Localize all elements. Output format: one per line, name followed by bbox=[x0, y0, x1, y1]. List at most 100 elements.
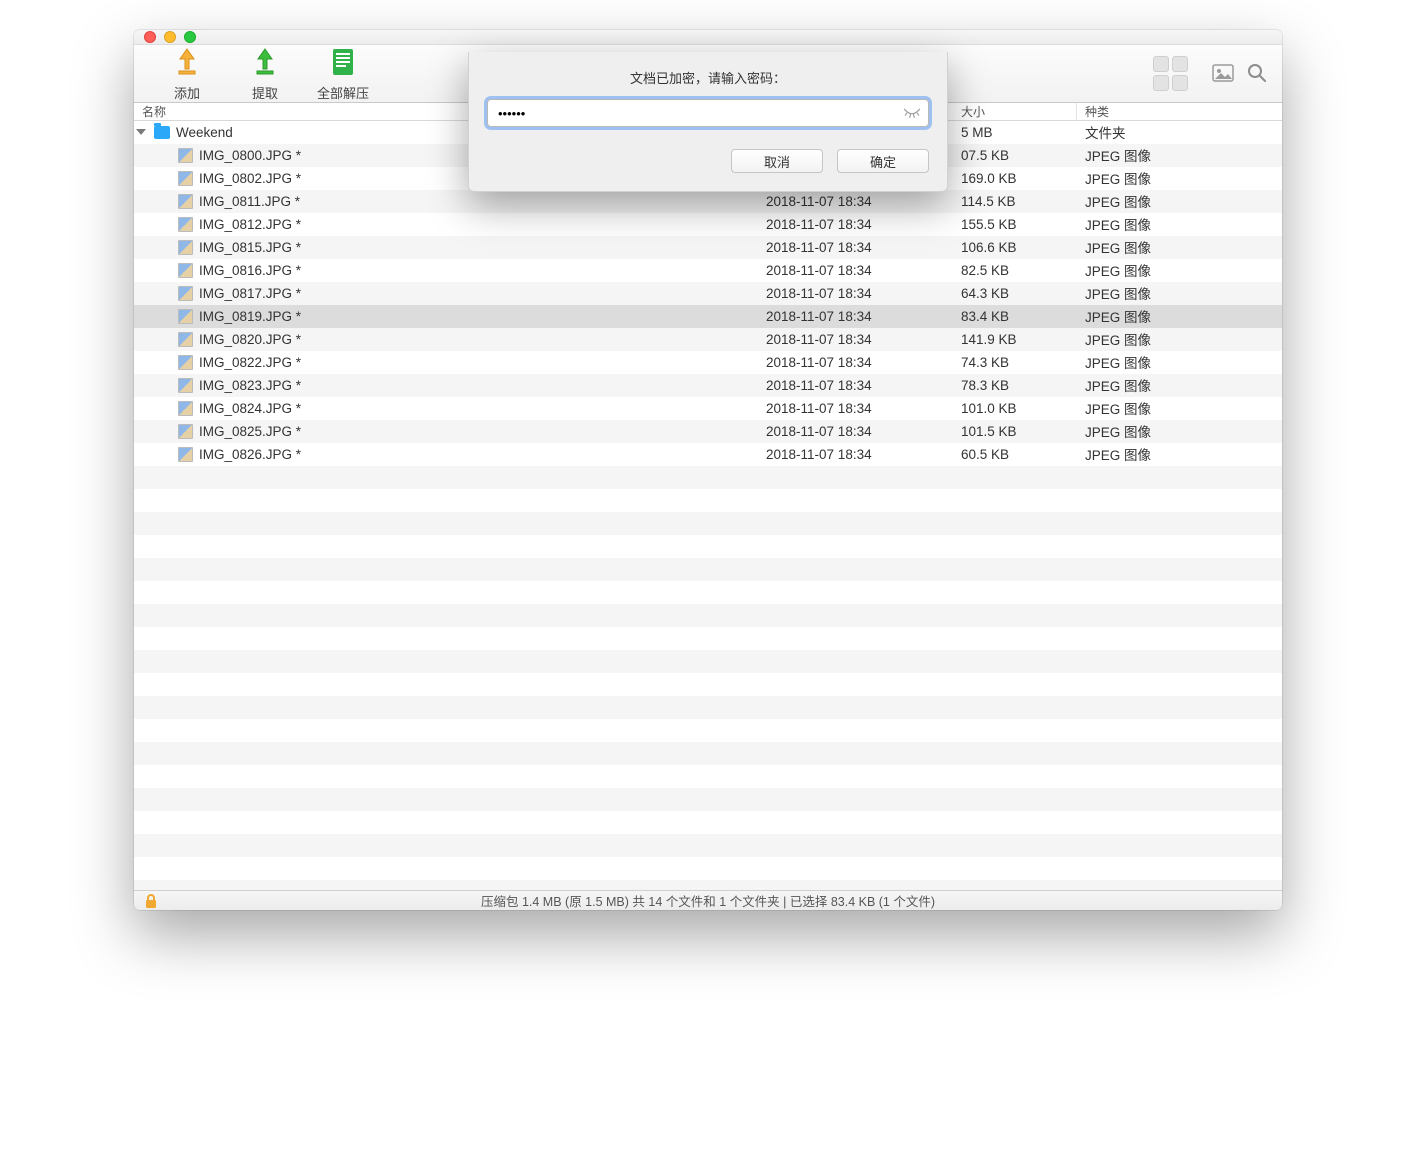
jpg-icon bbox=[178, 263, 193, 278]
file-date: 2018-11-07 18:34 bbox=[758, 217, 953, 232]
file-size: 114.5 KB bbox=[953, 194, 1077, 209]
empty-row bbox=[134, 627, 1282, 650]
folder-icon bbox=[154, 126, 170, 139]
file-size: 64.3 KB bbox=[953, 286, 1077, 301]
file-date: 2018-11-07 18:34 bbox=[758, 378, 953, 393]
add-label: 添加 bbox=[174, 83, 200, 102]
view-mode-button[interactable] bbox=[1153, 56, 1188, 91]
add-button[interactable]: 添加 bbox=[148, 45, 226, 102]
empty-row bbox=[134, 696, 1282, 719]
statusbar-text: 压缩包 1.4 MB (原 1.5 MB) 共 14 个文件和 1 个文件夹 |… bbox=[481, 891, 935, 910]
jpg-icon bbox=[178, 240, 193, 255]
search-icon[interactable] bbox=[1246, 62, 1268, 84]
jpg-icon bbox=[178, 332, 193, 347]
file-list[interactable]: Weekend 5 MB 文件夹 IMG_0800.JPG *07.5 KBJP… bbox=[134, 121, 1282, 890]
empty-row bbox=[134, 857, 1282, 880]
empty-row bbox=[134, 489, 1282, 512]
file-date: 2018-11-07 18:34 bbox=[758, 194, 953, 209]
extract-icon bbox=[250, 45, 280, 79]
file-date: 2018-11-07 18:34 bbox=[758, 263, 953, 278]
folder-kind: 文件夹 bbox=[1077, 122, 1282, 142]
file-date: 2018-11-07 18:34 bbox=[758, 332, 953, 347]
file-row[interactable]: IMG_0823.JPG *2018-11-07 18:3478.3 KBJPE… bbox=[134, 374, 1282, 397]
close-window-button[interactable] bbox=[144, 31, 156, 43]
jpg-icon bbox=[178, 194, 193, 209]
preview-icon[interactable] bbox=[1212, 62, 1234, 84]
column-size[interactable]: 大小 bbox=[953, 103, 1077, 120]
file-size: 82.5 KB bbox=[953, 263, 1077, 278]
file-size: 169.0 KB bbox=[953, 171, 1077, 186]
file-kind: JPEG 图像 bbox=[1077, 375, 1282, 395]
password-input[interactable] bbox=[487, 99, 929, 127]
extract-all-icon bbox=[330, 45, 356, 79]
file-size: 83.4 KB bbox=[953, 309, 1077, 324]
file-date: 2018-11-07 18:34 bbox=[758, 401, 953, 416]
jpg-icon bbox=[178, 217, 193, 232]
ok-button[interactable]: 确定 bbox=[837, 149, 929, 173]
file-row[interactable]: IMG_0819.JPG * 2018-11-07 18:3483.4 KBJPE… bbox=[134, 305, 1282, 328]
file-row[interactable]: IMG_0822.JPG *2018-11-07 18:3474.3 KBJPE… bbox=[134, 351, 1282, 374]
file-date: 2018-11-07 18:34 bbox=[758, 286, 953, 301]
file-name: IMG_0800.JPG * bbox=[199, 148, 301, 163]
file-kind: JPEG 图像 bbox=[1077, 352, 1282, 372]
sheet-title: 文档已加密，请输入密码： bbox=[487, 68, 929, 87]
empty-row bbox=[134, 535, 1282, 558]
jpg-icon bbox=[178, 424, 193, 439]
file-row[interactable]: IMG_0825.JPG *2018-11-07 18:34101.5 KBJP… bbox=[134, 420, 1282, 443]
file-row[interactable]: IMG_0817.JPG *2018-11-07 18:3464.3 KBJPE… bbox=[134, 282, 1282, 305]
empty-row bbox=[134, 834, 1282, 857]
file-size: 101.0 KB bbox=[953, 401, 1077, 416]
file-row[interactable]: IMG_0816.JPG * 2018-11-07 18:3482.5 KBJPE… bbox=[134, 259, 1282, 282]
statusbar: 压缩包 1.4 MB (原 1.5 MB) 共 14 个文件和 1 个文件夹 |… bbox=[134, 890, 1282, 910]
jpg-icon bbox=[178, 286, 193, 301]
file-name: IMG_0815.JPG * bbox=[199, 240, 301, 255]
folder-name: Weekend bbox=[176, 125, 233, 140]
file-name: IMG_0819.JPG * bbox=[199, 309, 301, 324]
file-name: IMG_0822.JPG * bbox=[199, 355, 301, 370]
empty-row bbox=[134, 558, 1282, 581]
file-kind: JPEG 图像 bbox=[1077, 168, 1282, 188]
file-date: 2018-11-07 18:34 bbox=[758, 424, 953, 439]
file-row[interactable]: IMG_0811.JPG * 2018-11-07 18:34114.5 KBJP… bbox=[134, 190, 1282, 213]
file-size: 155.5 KB bbox=[953, 217, 1077, 232]
extract-all-button[interactable]: 全部解压 bbox=[304, 45, 382, 102]
column-kind[interactable]: 种类 bbox=[1077, 103, 1282, 120]
minimize-window-button[interactable] bbox=[164, 31, 176, 43]
file-date: 2018-11-07 18:34 bbox=[758, 355, 953, 370]
file-name: IMG_0811.JPG * bbox=[199, 194, 300, 209]
cancel-button[interactable]: 取消 bbox=[731, 149, 823, 173]
file-date: 2018-11-07 18:34 bbox=[758, 309, 953, 324]
file-kind: JPEG 图像 bbox=[1077, 191, 1282, 211]
jpg-icon bbox=[178, 148, 193, 163]
empty-row bbox=[134, 466, 1282, 489]
file-name: IMG_0825.JPG * bbox=[199, 424, 301, 439]
jpg-icon bbox=[178, 171, 193, 186]
file-row[interactable]: IMG_0812.JPG *2018-11-07 18:34155.5 KBJP… bbox=[134, 213, 1282, 236]
jpg-icon bbox=[178, 355, 193, 370]
hide-password-icon[interactable] bbox=[903, 104, 921, 122]
file-name: IMG_0820.JPG * bbox=[199, 332, 301, 347]
jpg-icon bbox=[178, 309, 193, 324]
file-row[interactable]: IMG_0824.JPG *2018-11-07 18:34101.0 KBJP… bbox=[134, 397, 1282, 420]
file-kind: JPEG 图像 bbox=[1077, 260, 1282, 280]
extract-button[interactable]: 提取 bbox=[226, 45, 304, 102]
empty-row bbox=[134, 719, 1282, 742]
file-name: IMG_0817.JPG * bbox=[199, 286, 301, 301]
disclosure-triangle-icon[interactable] bbox=[136, 129, 146, 135]
file-name: IMG_0816.JPG * bbox=[199, 263, 301, 278]
file-date: 2018-11-07 18:34 bbox=[758, 447, 953, 462]
file-row[interactable]: IMG_0820.JPG *2018-11-07 18:34141.9 KBJP… bbox=[134, 328, 1282, 351]
lock-icon bbox=[144, 893, 158, 909]
file-row[interactable]: IMG_0815.JPG *2018-11-07 18:34106.6 KBJP… bbox=[134, 236, 1282, 259]
empty-row bbox=[134, 811, 1282, 834]
empty-row bbox=[134, 581, 1282, 604]
empty-row bbox=[134, 880, 1282, 890]
zoom-window-button[interactable] bbox=[184, 31, 196, 43]
titlebar bbox=[134, 30, 1282, 45]
file-row[interactable]: IMG_0826.JPG *2018-11-07 18:3460.5 KBJPE… bbox=[134, 443, 1282, 466]
file-name: IMG_0826.JPG * bbox=[199, 447, 301, 462]
empty-row bbox=[134, 742, 1282, 765]
file-name: IMG_0802.JPG * bbox=[199, 171, 301, 186]
file-size: 141.9 KB bbox=[953, 332, 1077, 347]
file-kind: JPEG 图像 bbox=[1077, 306, 1282, 326]
